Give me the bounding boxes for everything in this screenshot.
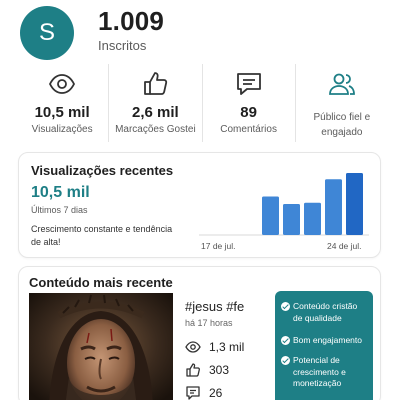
views-period: Últimos 7 dias — [31, 205, 88, 215]
comment-icon — [236, 73, 261, 95]
thumbs-up-icon — [144, 72, 168, 95]
comment-icon — [186, 386, 200, 400]
stat-audience[interactable]: Público fiel e engajado — [294, 64, 388, 142]
post-views: 1,3 mil — [185, 339, 244, 355]
stat-value: 10,5 mil — [34, 104, 90, 121]
highlights-panel: Conteúdo cristão de qualidade Bom engaja… — [275, 291, 373, 400]
card-title: Conteúdo mais recente — [29, 275, 173, 290]
thumbs-up-icon — [186, 363, 200, 377]
post-views-value: 1,3 mil — [209, 340, 245, 354]
chart-bar — [262, 196, 279, 235]
stat-views[interactable]: 10,5 mil Visualizações — [16, 64, 108, 142]
thumbnail-image — [29, 293, 173, 400]
highlight-text: Potencial de crescimento e monetização — [293, 355, 346, 388]
subscriber-count: 1.009 — [98, 6, 165, 36]
chart-tick-label-end: 24 de jul. — [327, 241, 362, 251]
avatar-letter: S — [38, 19, 55, 46]
latest-content-card[interactable]: Conteúdo mais recente #jesus #fe há 17 h… — [18, 266, 381, 400]
post-likes-value: 303 — [209, 363, 230, 377]
chart-tick-label-start: 17 de jul. — [201, 241, 236, 251]
post-likes: 303 — [185, 362, 229, 378]
highlight-item: Potencial de crescimento e monetização — [281, 355, 369, 390]
stat-value: 2,6 mil — [132, 104, 179, 121]
stat-label: Comentários — [220, 124, 277, 135]
highlight-text: Bom engajamento — [293, 335, 362, 345]
views-bar-chart-svg: 17 de jul. 24 de jul. — [199, 173, 369, 251]
eye-icon — [49, 74, 76, 94]
stat-likes[interactable]: 2,6 mil Marcações Gostei — [108, 64, 201, 142]
check-circle-icon — [281, 356, 290, 365]
check-circle-icon — [281, 302, 290, 311]
avatar[interactable]: S — [20, 6, 74, 60]
recent-views-card[interactable]: Visualizações recentes 10,5 mil Últimos … — [18, 152, 381, 258]
stat-label: Visualizações — [31, 124, 93, 135]
chart-bar — [283, 204, 300, 235]
stat-comments[interactable]: 89 Comentários — [201, 64, 295, 142]
views-bar-chart: 17 de jul. 24 de jul. — [191, 163, 373, 255]
chart-bar — [304, 202, 321, 235]
views-note: Crescimento constante e tendência de alt… — [31, 224, 173, 247]
highlight-text: Conteúdo cristão de qualidade — [293, 301, 358, 323]
highlight-item: Conteúdo cristão de qualidade — [281, 301, 369, 324]
stat-value: 89 — [240, 104, 257, 121]
subscriber-label: Inscritos — [98, 38, 147, 53]
chart-bar — [325, 179, 342, 235]
chart-bar — [346, 173, 363, 235]
card-title: Visualizações recentes — [31, 163, 174, 178]
video-thumbnail[interactable] — [29, 293, 173, 400]
views-value: 10,5 mil — [31, 184, 90, 201]
users-icon — [328, 73, 355, 95]
post-comments: 26 — [185, 385, 222, 400]
post-comments-value: 26 — [209, 386, 223, 400]
check-circle-icon — [281, 336, 290, 345]
post-hashtags[interactable]: #jesus #fe — [185, 299, 244, 314]
stats-row: 10,5 mil Visualizações 2,6 mil Marcações… — [16, 64, 388, 142]
highlight-item: Bom engajamento — [281, 335, 369, 347]
stat-label: Marcações Gostei — [115, 124, 196, 135]
channel-header: S 1.009 Inscritos — [20, 2, 380, 62]
stat-label: Público fiel e engajado — [313, 112, 371, 138]
post-time: há 17 horas — [185, 318, 233, 328]
eye-icon — [185, 341, 201, 353]
